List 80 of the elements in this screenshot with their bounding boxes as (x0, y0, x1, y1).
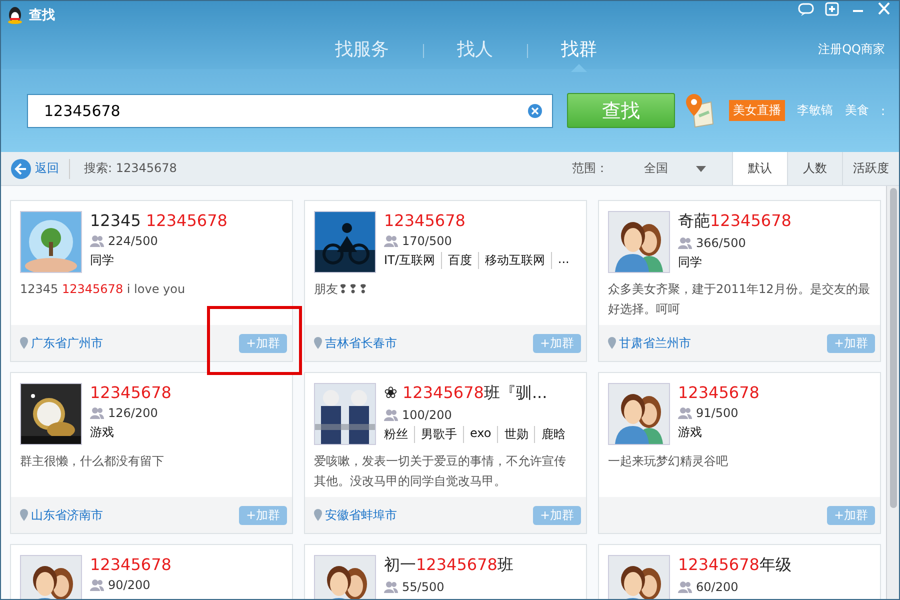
category-tag: 同学 (678, 254, 702, 271)
plus-box-icon[interactable] (823, 1, 841, 17)
category-tag: exo (463, 426, 492, 443)
location-pin-icon (608, 337, 616, 349)
sort-tab[interactable]: 人数 (787, 152, 842, 185)
member-count: 366/500 (696, 236, 746, 250)
member-count: 91/500 (696, 406, 738, 420)
location-pin-icon (20, 509, 28, 521)
search-button[interactable]: 查找 (567, 93, 675, 128)
members-icon (384, 235, 398, 247)
location-pin-icon (314, 509, 322, 521)
nav-tab[interactable]: 找人 (423, 32, 527, 72)
nav-tab[interactable]: 找群 (527, 32, 631, 72)
category-tag: 移动互联网 (478, 252, 545, 269)
caret-icon (696, 166, 706, 172)
member-count: 90/200 (108, 578, 150, 592)
members-icon (384, 409, 398, 421)
register-link[interactable]: 注册QQ商家 (818, 40, 885, 58)
map-pin-icon[interactable] (685, 94, 715, 128)
member-count: 126/200 (108, 406, 158, 420)
sort-tab[interactable]: 默认 (732, 152, 787, 185)
category-tag: 男歌手 (414, 426, 457, 443)
location-pin-icon (314, 337, 322, 349)
avatar-icon (608, 211, 670, 273)
group-name[interactable]: 12345 12345678 (90, 211, 228, 230)
members-icon (90, 579, 104, 591)
location-link[interactable]: 吉林省长春市 (325, 334, 397, 352)
window-title: 查找 (29, 7, 55, 24)
group-description: 爱咳嗽，发表一切关于爱豆的事情，不允许宣传其他。没改马甲的同学自觉改马甲。 (314, 453, 567, 490)
category-tag: 同学 (90, 252, 114, 269)
category-tag: IT/互联网 (384, 252, 435, 269)
members-icon (90, 235, 104, 247)
member-count: 170/500 (402, 234, 452, 248)
category-tag: 百度 (440, 252, 472, 269)
group-description: 朋友❢❢❢ (314, 281, 370, 298)
group-description: 一起来玩梦幻精灵谷吧 (608, 453, 729, 470)
category-tag: 粉丝 (384, 426, 408, 443)
search-query: 搜索: 12345678 (84, 160, 177, 177)
members-icon (678, 581, 692, 593)
members-icon (678, 237, 692, 249)
category-tag: ... (550, 252, 570, 269)
back-button[interactable]: 返回 (1, 158, 70, 178)
sort-tab[interactable]: 活跃度 (842, 152, 899, 185)
group-name[interactable]: 12345678年级 (678, 555, 792, 576)
location-link[interactable]: 甘肃省兰州市 (619, 334, 691, 352)
scope-label: 范围： (572, 160, 608, 177)
group-description: 群主很懒，什么都没有留下 (20, 453, 165, 470)
chat-bubble-icon[interactable] (797, 1, 815, 17)
scrollbar[interactable] (886, 186, 899, 599)
penguin-icon (7, 6, 23, 24)
location-link[interactable]: 山东省济南市 (31, 506, 103, 524)
group-name[interactable]: 12345678 (678, 383, 760, 402)
group-name[interactable]: 初一12345678班 (384, 555, 514, 576)
group-name[interactable]: 12345678 (90, 555, 172, 574)
members-icon (678, 407, 692, 419)
members-icon (90, 407, 104, 419)
location-link[interactable]: 安徽省蚌埠市 (325, 506, 397, 524)
group-description: 众多美女齐聚，建于2011年12月份。是交友的最好选择。呵呵 (608, 281, 870, 318)
nav-tab[interactable]: 找服务 (301, 32, 423, 72)
member-count: 100/200 (402, 408, 452, 422)
member-count: 224/500 (108, 234, 158, 248)
location-link[interactable]: 广东省广州市 (31, 334, 103, 352)
clear-icon[interactable] (528, 104, 542, 118)
category-tag: 游戏 (678, 424, 702, 441)
group-name[interactable]: 12345678 (90, 383, 172, 402)
group-description: 12345 12345678 i love you (20, 281, 186, 298)
category-tag: 世勋 (497, 426, 528, 443)
members-icon (384, 581, 398, 593)
group-name[interactable]: 12345678 (384, 211, 570, 230)
location-pin-icon (20, 337, 28, 349)
avatar-icon (608, 383, 670, 445)
category-tag: 游戏 (90, 424, 114, 441)
group-name[interactable]: ❀ 12345678班『驯... (384, 383, 566, 404)
group-name[interactable]: 奇葩12345678 (678, 211, 792, 232)
hot-search-tag[interactable]: 美女直播 (729, 100, 785, 121)
member-count: 55/500 (402, 580, 444, 594)
member-count: 60/200 (696, 580, 738, 594)
category-tag: 鹿晗 (534, 426, 566, 443)
scope-dropdown[interactable]: 全国 (638, 159, 712, 178)
search-box[interactable]: 12345678 (27, 94, 553, 128)
